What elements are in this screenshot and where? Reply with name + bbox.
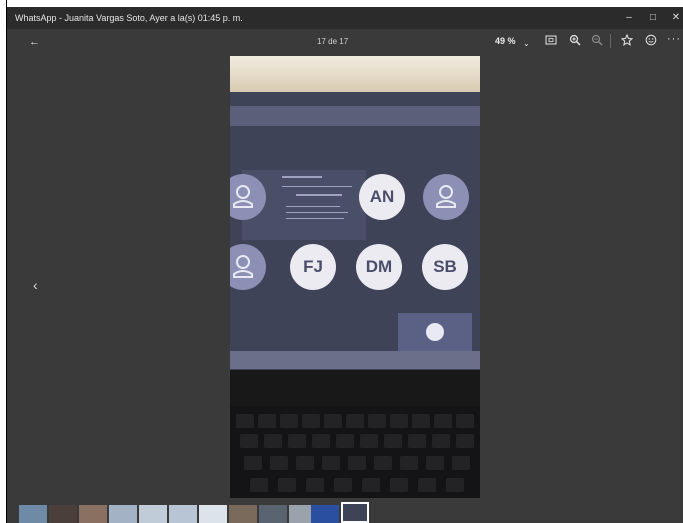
thumbnail[interactable] [169, 505, 197, 523]
thumbnail[interactable] [199, 505, 227, 523]
photo-key [360, 434, 378, 448]
photo-key [390, 414, 408, 428]
photo-avatar: SB [422, 244, 468, 290]
photo-key [426, 456, 444, 470]
thumbnail-strip [7, 500, 683, 523]
popup-line [282, 176, 322, 178]
photo-key [412, 414, 430, 428]
photo-key [312, 434, 330, 448]
thumbnail[interactable] [139, 505, 167, 523]
smiley-icon[interactable] [645, 34, 657, 50]
photo-self-tile [398, 313, 472, 351]
thumbnail[interactable] [109, 505, 137, 523]
photo-key [306, 478, 324, 492]
photo-key [434, 414, 452, 428]
photo-browser-bar [230, 106, 480, 126]
photo-avatar: AN [359, 174, 405, 220]
image-counter: 17 de 17 [317, 37, 349, 46]
photo-key [270, 456, 288, 470]
photo-key [432, 434, 450, 448]
photo-keyboard [230, 406, 480, 498]
zoom-out-icon[interactable] [591, 34, 603, 50]
photo-key [240, 434, 258, 448]
photo-key [400, 456, 418, 470]
popup-line [286, 206, 340, 207]
photo-key [296, 456, 314, 470]
fit-screen-icon[interactable] [545, 34, 557, 50]
avatar-initials: SB [433, 257, 457, 276]
photo-key [244, 456, 262, 470]
toolbar-divider [610, 34, 611, 48]
viewer-window: WhatsApp - Juanita Vargas Soto, Ayer a l… [7, 7, 683, 523]
photo-key [322, 456, 340, 470]
thumbnail[interactable] [19, 505, 47, 523]
popup-line [286, 212, 348, 213]
photo-key [280, 414, 298, 428]
photo-key [250, 478, 268, 492]
photo-key [302, 414, 320, 428]
thumbnail-selected[interactable] [341, 502, 369, 523]
zoom-level[interactable]: 49 % [495, 36, 516, 46]
photo-taskbar [230, 351, 480, 369]
photo-key [390, 478, 408, 492]
photo-key [362, 478, 380, 492]
photo-key [324, 414, 342, 428]
photo-key [452, 456, 470, 470]
photo-wall [230, 56, 480, 92]
viewer-toolbar: ← 17 de 17 49 % ⌄ ··· [7, 29, 683, 55]
title-bar: WhatsApp - Juanita Vargas Soto, Ayer a l… [7, 7, 683, 29]
star-icon[interactable] [620, 33, 634, 50]
photo-key [236, 414, 254, 428]
thumbnail[interactable] [311, 505, 339, 523]
popup-line [296, 194, 342, 196]
avatar-initials: FJ [303, 257, 323, 276]
thumbnail[interactable] [229, 505, 257, 523]
minimize-icon[interactable]: – [621, 11, 637, 25]
maximize-icon[interactable]: □ [645, 11, 661, 25]
photo-key [374, 456, 392, 470]
thumbnail[interactable] [49, 505, 77, 523]
photo-view: AN FJ DM SB [230, 56, 480, 498]
more-icon[interactable]: ··· [667, 32, 681, 46]
photo-bezel [230, 370, 480, 406]
chevron-left-icon[interactable]: ‹ [33, 277, 38, 293]
close-icon[interactable]: ✕ [668, 11, 683, 25]
chevron-down-icon[interactable]: ⌄ [523, 37, 530, 51]
photo-key [258, 414, 276, 428]
thumbnail[interactable] [79, 505, 107, 523]
photo-key [334, 478, 352, 492]
photo-avatar: FJ [290, 244, 336, 290]
zoom-in-icon[interactable] [569, 34, 581, 50]
avatar-initials: AN [369, 187, 395, 206]
avatar-initials: DM [365, 257, 393, 276]
photo-key [346, 414, 364, 428]
photo-self-avatar [426, 323, 444, 341]
photo-key [278, 478, 296, 492]
photo-key [288, 434, 306, 448]
photo-avatar-person [230, 174, 266, 220]
photo-key [418, 478, 436, 492]
photo-avatar-person [230, 244, 266, 290]
thumbnail[interactable] [259, 505, 287, 523]
popup-line [286, 218, 344, 219]
photo-key [348, 456, 366, 470]
photo-key [264, 434, 282, 448]
photo-avatar-person [423, 174, 469, 220]
photo-avatar: DM [356, 244, 402, 290]
photo-key [336, 434, 354, 448]
photo-key [368, 414, 386, 428]
arrow-left-icon[interactable]: ← [29, 35, 40, 49]
photo-key [456, 414, 474, 428]
photo-key [408, 434, 426, 448]
photo-key [384, 434, 402, 448]
popup-line [282, 186, 352, 187]
window-title: WhatsApp - Juanita Vargas Soto, Ayer a l… [15, 13, 243, 23]
page-margin [0, 0, 7, 523]
photo-key [456, 434, 474, 448]
photo-key [446, 478, 464, 492]
